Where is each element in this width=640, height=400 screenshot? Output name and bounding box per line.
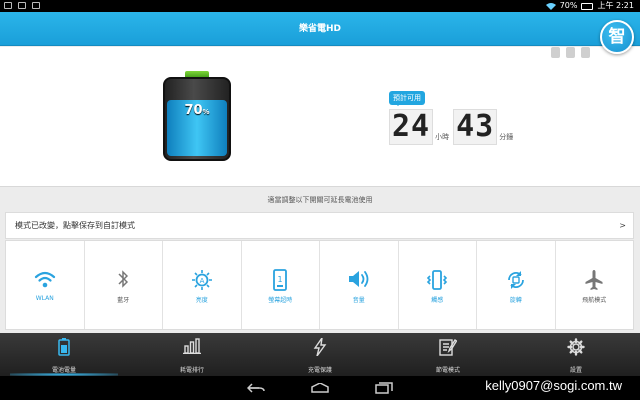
battery-graphic: 70%: [163, 71, 231, 161]
tab-charge-protection[interactable]: 充電保護: [256, 333, 384, 376]
prediction-tag: 預計可用: [389, 91, 425, 106]
bar-chart-icon: [183, 338, 201, 354]
tab-power-saving-mode[interactable]: 節電模式: [384, 333, 512, 376]
sim-icon: [566, 47, 575, 58]
save-mode-text: 模式已改變，點擊保存到自訂模式: [15, 221, 135, 230]
home-button[interactable]: [310, 380, 330, 396]
back-button[interactable]: [246, 380, 266, 396]
status-right: 70% 上午 2:21: [545, 0, 634, 12]
app-title: 樂省電HD: [298, 24, 341, 34]
status-battery-icon: [581, 2, 594, 10]
tab-label: 充電保護: [307, 367, 332, 374]
status-battery-percent: 70%: [559, 1, 578, 10]
tab-label: 節電模式: [435, 367, 460, 374]
status-bar: 70% 上午 2:21: [0, 0, 640, 12]
minutes-unit: 分鐘: [499, 133, 514, 141]
toggle-label: 螢幕超時: [268, 297, 293, 304]
tab-battery-level[interactable]: 電池電量: [0, 333, 128, 376]
battery-percent-sign: %: [202, 108, 210, 116]
volume-icon: [348, 271, 369, 287]
toggle-label: WLAN: [35, 295, 54, 302]
notification-icon: [32, 2, 40, 9]
rotate-icon: [507, 271, 524, 289]
chevron-right-icon: >: [619, 221, 626, 230]
screen-timeout-icon: 1: [273, 269, 288, 291]
sync-icon: [581, 47, 590, 58]
edit-doc-icon: [439, 339, 457, 356]
app-title-bar: 樂省電HD: [0, 12, 640, 46]
battery-body: [163, 77, 231, 161]
notification-icon: [18, 2, 26, 9]
status-time: 上午 2:21: [597, 1, 634, 10]
vibrate-icon: [427, 270, 448, 290]
battery-panel: 70% 預計可用 24 小時 43 分鐘: [0, 47, 640, 187]
toggle-wlan[interactable]: WLAN: [6, 241, 85, 329]
tab-label: 設置: [569, 367, 582, 374]
notification-icons: [4, 0, 40, 9]
tab-label: 耗電排行: [179, 367, 204, 374]
svg-text:1: 1: [278, 275, 283, 284]
brightness-icon: A: [191, 270, 212, 290]
toggle-label: 旋轉: [509, 297, 522, 304]
hero-indicator-icons: [551, 47, 590, 58]
hint-text: 適當調整以下開關可延長電池使用: [267, 196, 373, 204]
notification-icon: [4, 2, 12, 9]
tab-settings[interactable]: 設置: [512, 333, 640, 376]
toggle-airplane-mode[interactable]: 飛航模式: [556, 241, 634, 329]
toggle-label: 藍牙: [117, 297, 130, 304]
lock-icon: [551, 47, 560, 58]
watermark: kelly0907@sogi.com.tw: [485, 378, 622, 393]
wifi-status-icon: [545, 3, 556, 10]
tab-label: 電池電量: [51, 367, 76, 374]
toggle-label: 觸感: [431, 297, 444, 304]
toggle-label: 飛航模式: [582, 297, 607, 304]
airplane-icon: [585, 270, 603, 290]
assistant-button[interactable]: 智: [600, 20, 634, 54]
bluetooth-icon: [118, 270, 129, 288]
recent-apps-button[interactable]: [374, 380, 394, 396]
home-icon: [311, 383, 329, 393]
gear-icon: [567, 338, 585, 356]
battery-icon: [58, 338, 70, 356]
remaining-time: 24 小時 43 分鐘: [389, 109, 517, 145]
svg-text:A: A: [199, 277, 204, 285]
save-mode-bar[interactable]: 模式已改變，點擊保存到自訂模式 >: [5, 212, 634, 239]
bolt-icon: [313, 338, 327, 356]
toggle-rotate[interactable]: 旋轉: [477, 241, 556, 329]
toggle-label: 音量: [352, 297, 365, 304]
toggle-grid: WLAN 藍牙 A 亮度 1 螢幕超時 音量 觸感 旋轉 飛航模式: [5, 240, 634, 330]
toggle-vibrate[interactable]: 觸感: [399, 241, 477, 329]
recent-apps-icon: [375, 382, 393, 394]
toggle-label: 亮度: [195, 297, 208, 304]
toggle-volume[interactable]: 音量: [320, 241, 399, 329]
wifi-icon: [34, 271, 55, 288]
back-icon: [247, 383, 265, 393]
remaining-hours: 24: [389, 109, 434, 145]
battery-percent: 70%: [163, 103, 231, 118]
battery-percent-value: 70: [184, 103, 203, 118]
toggle-bluetooth[interactable]: 藍牙: [85, 241, 163, 329]
hours-unit: 小時: [435, 133, 450, 141]
remaining-minutes: 43: [453, 109, 498, 145]
bottom-navigation: 電池電量 耗電排行 充電保護 節電模式 設置: [0, 333, 640, 376]
tab-usage-ranking[interactable]: 耗電排行: [128, 333, 256, 376]
toggle-screen-timeout[interactable]: 1 螢幕超時: [242, 241, 320, 329]
toggle-brightness[interactable]: A 亮度: [163, 241, 242, 329]
